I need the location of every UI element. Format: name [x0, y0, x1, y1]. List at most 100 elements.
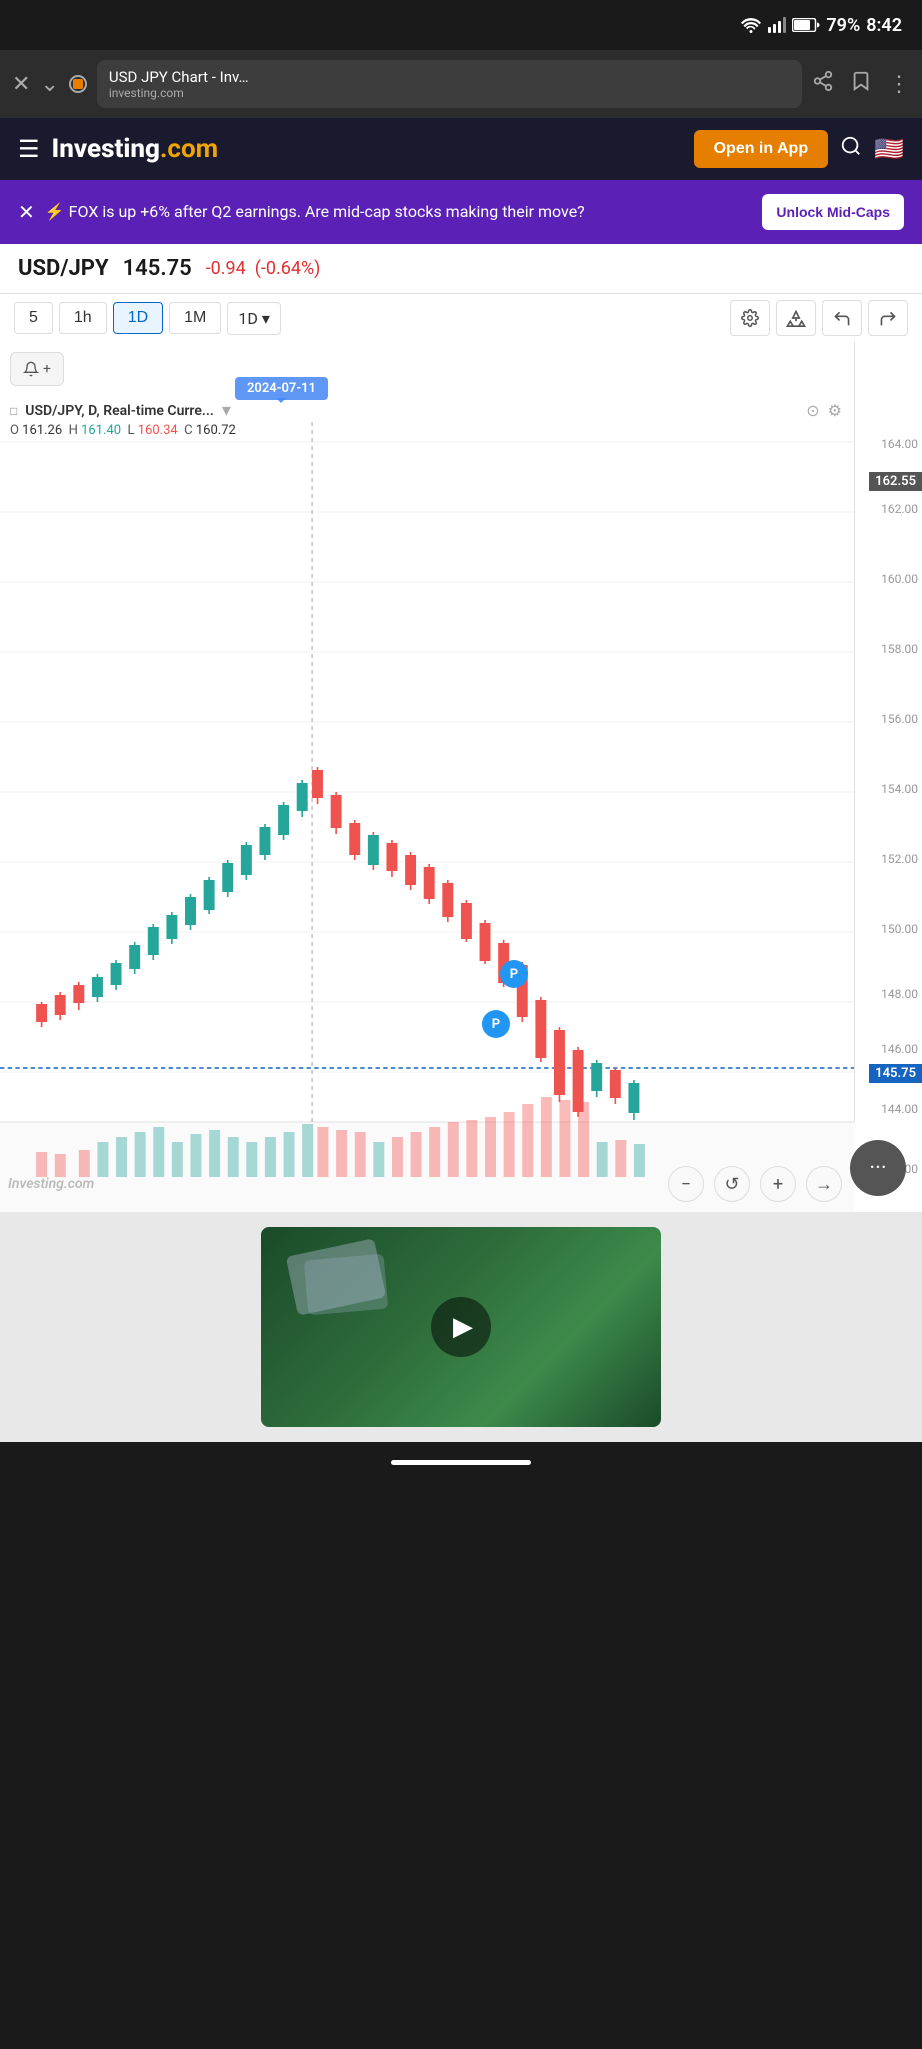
reset-btn[interactable]: ↺	[714, 1166, 750, 1202]
pivot-p2[interactable]: P	[482, 1010, 510, 1038]
chart-tooltip: 2024-07-11	[235, 377, 328, 400]
scale-152: 152.00	[881, 852, 918, 866]
chart-toolbar: 5 1h 1D 1M 1D ▾	[0, 293, 922, 342]
browser-tabs-btn[interactable]: ⌄	[40, 72, 58, 97]
settings-icon-btn[interactable]	[730, 300, 770, 336]
scale-160: 160.00	[881, 572, 918, 586]
chart-settings-icon[interactable]: ⚙	[828, 401, 842, 420]
site-icon	[69, 75, 87, 93]
tab-title: USD JPY Chart - Inv…	[109, 68, 790, 86]
tab-info: USD JPY Chart - Inv… investing.com	[109, 68, 790, 100]
chart-dropdown-icon[interactable]: ▾	[222, 400, 231, 421]
address-bar[interactable]: USD JPY Chart - Inv… investing.com	[97, 60, 802, 108]
banner-emoji: ⚡	[45, 202, 69, 221]
tooltip-date: 2024-07-11	[247, 381, 316, 396]
undo-icon-btn[interactable]	[822, 300, 862, 336]
scale-162: 162.00	[881, 502, 918, 516]
current-price-label: 145.75	[869, 1064, 922, 1083]
scale-144: 144.00	[881, 1102, 918, 1116]
status-bar: 79% 8:42	[0, 0, 922, 50]
share-btn[interactable]	[812, 70, 834, 98]
alert-button[interactable]: +	[10, 352, 64, 386]
scale-162-55: 162.55	[869, 472, 922, 491]
ohlc-open: 161.26	[22, 423, 62, 438]
signal-icon	[768, 17, 786, 33]
price-header: USD/JPY 145.75 -0.94 (-0.64%)	[0, 244, 922, 293]
current-price: 145.75	[123, 256, 192, 281]
video-preview-section: ▶	[0, 1212, 922, 1442]
scale-148: 148.00	[881, 987, 918, 1001]
open-app-button[interactable]: Open in App	[694, 130, 829, 168]
clock: 8:42	[866, 15, 902, 36]
timeframe-dropdown[interactable]: 1D ▾	[227, 302, 281, 335]
zoom-out-btn[interactable]: −	[668, 1166, 704, 1202]
promo-banner: ✕ ⚡ FOX is up +6% after Q2 earnings. Are…	[0, 180, 922, 244]
ohlc-close: 160.72	[196, 423, 236, 438]
fab-button[interactable]: ···	[850, 1140, 906, 1196]
scale-164: 164.00	[881, 437, 918, 451]
zoom-in-btn[interactable]: +	[760, 1166, 796, 1202]
unlock-button[interactable]: Unlock Mid-Caps	[762, 194, 904, 230]
site-logo: Investing.com	[52, 134, 682, 164]
tab-url: investing.com	[109, 86, 790, 100]
chart-area[interactable]: +	[0, 342, 922, 1212]
more-btn[interactable]: ⋮	[888, 72, 910, 97]
fab-label: ···	[869, 1156, 886, 1181]
play-icon: ▶	[453, 1312, 473, 1342]
hamburger-menu[interactable]: ☰	[18, 135, 40, 163]
battery-icon	[792, 18, 820, 32]
timeframe-1h[interactable]: 1h	[59, 302, 107, 334]
chart-symbol: USD/JPY, D, Real-time Curre...	[25, 403, 214, 419]
video-thumbnail: ▶	[261, 1227, 661, 1427]
currency-pair: USD/JPY	[18, 256, 109, 281]
language-flag[interactable]: 🇺🇸	[874, 135, 904, 163]
ohlc-row: O 161.26 H 161.40 L 160.34 C 160.72	[10, 423, 842, 438]
chevron-down-icon: ▾	[262, 309, 270, 328]
browser-actions: ⋮	[812, 70, 910, 98]
home-indicator	[391, 1460, 531, 1465]
timeframe-5[interactable]: 5	[14, 302, 53, 334]
scale-icon-btn[interactable]	[776, 300, 816, 336]
change-amount: -0.94	[206, 258, 246, 279]
redo-icon-btn[interactable]	[868, 300, 908, 336]
timeframe-dropdown-label: 1D	[238, 309, 258, 328]
bottom-nav-bar	[0, 1442, 922, 1482]
pivot-p1[interactable]: P	[500, 960, 528, 988]
logo-text: Investing	[52, 134, 160, 164]
candlestick-chart	[0, 342, 854, 1212]
scale-158: 158.00	[881, 642, 918, 656]
timeframe-1m[interactable]: 1M	[169, 302, 221, 334]
site-header: ☰ Investing.com Open in App 🇺🇸	[0, 118, 922, 180]
logo-domain: .com	[160, 134, 218, 164]
ohlc-high: 161.40	[81, 423, 121, 438]
chart-bottom-controls: Investing.com − ↺ + →	[8, 1166, 842, 1202]
wifi-icon	[740, 17, 762, 33]
browser-chrome: ✕ ⌄ USD JPY Chart - Inv… investing.com ⋮	[0, 50, 922, 118]
video-play-button[interactable]: ▶	[431, 1297, 491, 1357]
minimize-icon[interactable]: □	[10, 404, 17, 418]
change-percent: (-0.64%)	[255, 258, 321, 279]
banner-close-btn[interactable]: ✕	[18, 200, 35, 224]
status-icons: 79% 8:42	[740, 15, 902, 36]
scale-156: 156.00	[881, 712, 918, 726]
search-icon[interactable]	[840, 135, 862, 163]
card-decoration-2	[304, 1254, 388, 1316]
chart-logo: Investing.com	[8, 1176, 94, 1192]
scale-150: 150.00	[881, 922, 918, 936]
banner-text: ⚡ FOX is up +6% after Q2 earnings. Are m…	[45, 201, 753, 223]
banner-message: FOX is up +6% after Q2 earnings. Are mid…	[69, 202, 585, 221]
battery-percent: 79%	[826, 15, 860, 36]
price-change: -0.94 (-0.64%)	[206, 258, 321, 279]
price-scale: 164.00 162.55 162.00 160.00 158.00 156.0…	[854, 342, 922, 1122]
timeframe-1d[interactable]: 1D	[113, 302, 163, 334]
alert-label: +	[43, 361, 51, 377]
chart-title-row: □ USD/JPY, D, Real-time Curre... ▾ ⊙ ⚙	[10, 400, 842, 421]
chart-info: □ USD/JPY, D, Real-time Curre... ▾ ⊙ ⚙ O…	[10, 400, 842, 438]
scale-154: 154.00	[881, 782, 918, 796]
scale-146: 146.00	[881, 1042, 918, 1056]
browser-close-btn[interactable]: ✕	[12, 72, 30, 97]
bookmark-btn[interactable]	[850, 70, 872, 98]
ohlc-low: 160.34	[138, 423, 178, 438]
forward-btn[interactable]: →	[806, 1166, 842, 1202]
chart-snapshot-icon[interactable]: ⊙	[806, 401, 819, 420]
